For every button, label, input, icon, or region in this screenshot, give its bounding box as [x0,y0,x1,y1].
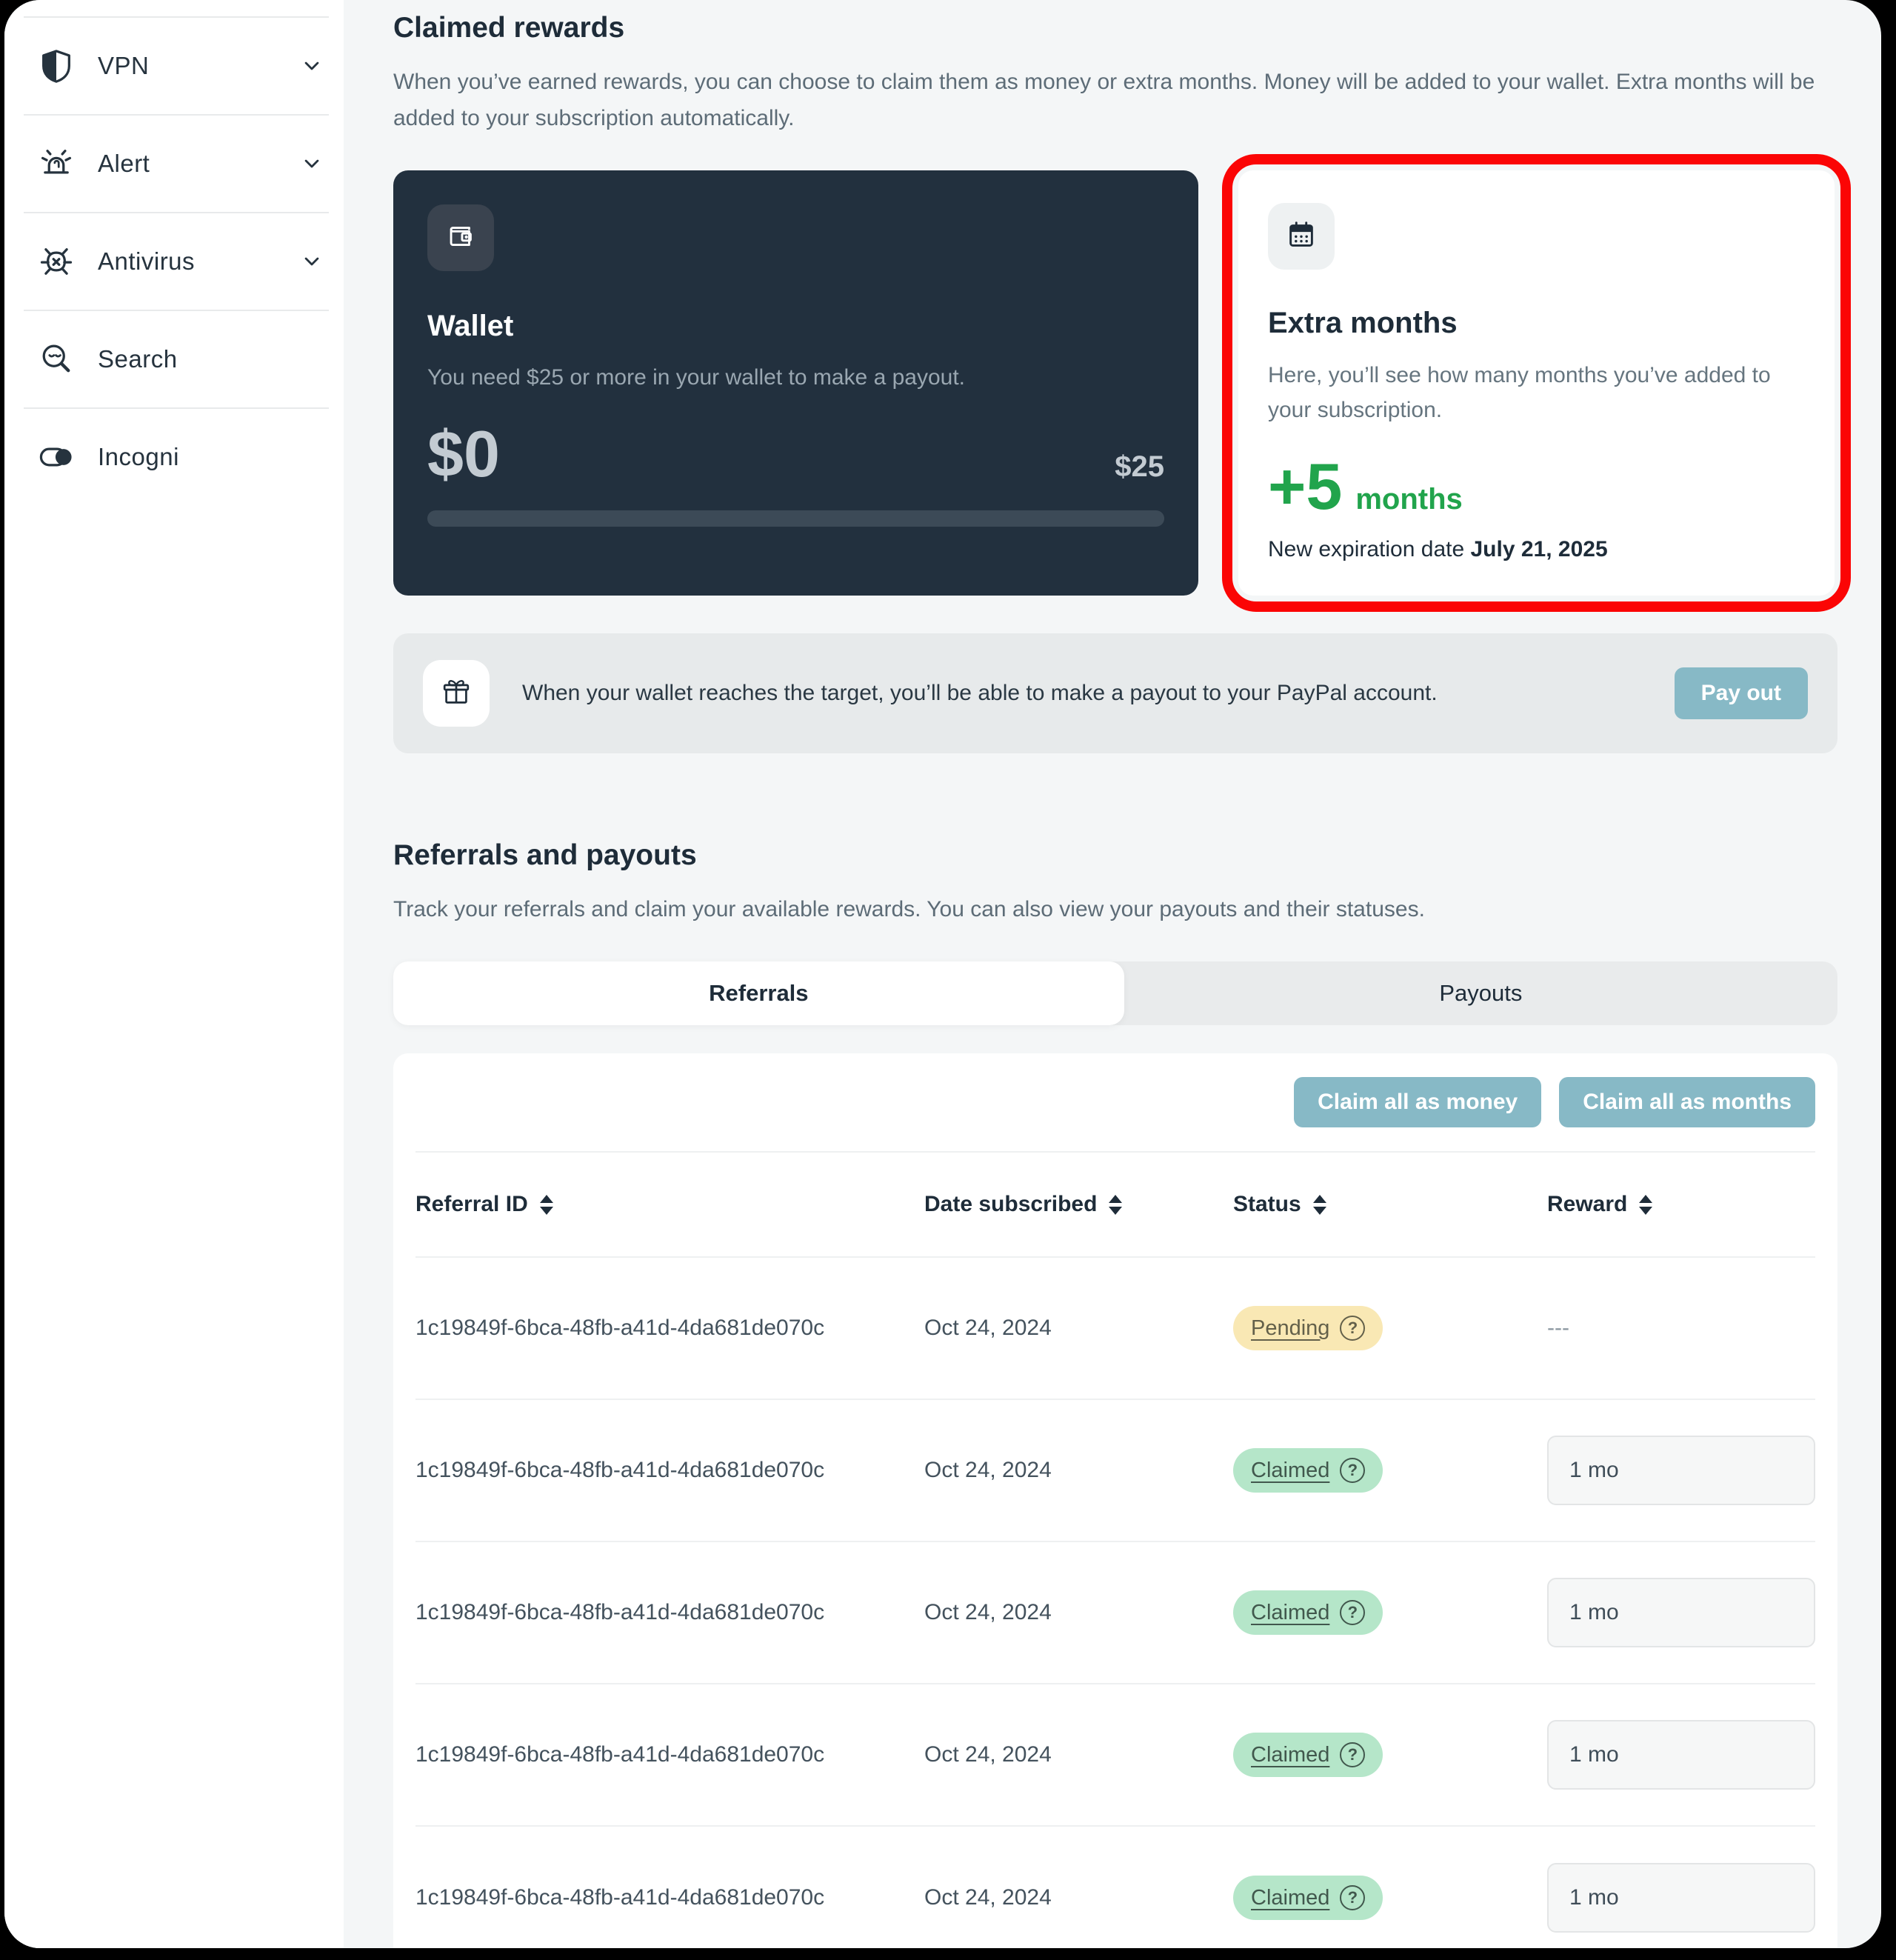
wallet-card: Wallet You need $25 or more in your wall… [393,170,1198,596]
table-header-row: Referral ID Date subscribed Status Rewar… [415,1153,1815,1258]
wallet-description: You need $25 or more in your wallet to m… [427,365,966,390]
sidebar-item-label: Alert [98,150,150,177]
referral-id-cell: 1c19849f-6bca-48fb-a41d-4da681de070c [415,1458,825,1482]
extra-months-unit: months [1355,483,1463,516]
antivirus-bug-icon [36,241,77,282]
pay-out-button[interactable]: Pay out [1674,667,1808,719]
table-toolbar: Claim all as money Claim all as months [415,1053,1815,1153]
date-subscribed-cell: Oct 24, 2024 [924,1885,1052,1910]
question-mark-icon: ? [1340,1458,1366,1483]
vpn-shield-icon [36,45,77,87]
wallet-icon-tile [427,204,494,271]
column-header-date-subscribed[interactable]: Date subscribed [924,1192,1233,1217]
sidebar-item-alert[interactable]: Alert [4,116,344,212]
incogni-toggle-icon [36,436,77,478]
claim-all-as-months-button[interactable]: Claim all as months [1559,1077,1815,1127]
status-badge[interactable]: Pending ? [1233,1306,1383,1350]
table-row: 1c19849f-6bca-48fb-a41d-4da681de070c Oct… [415,1684,1815,1827]
wallet-progress-bar [427,510,1164,527]
calendar-icon [1284,218,1318,256]
sidebar: VPN Alert Antivirus Search Incogni [4,0,344,1948]
claim-all-as-money-button[interactable]: Claim all as money [1294,1077,1542,1127]
status-badge[interactable]: Claimed ? [1233,1590,1383,1635]
expiration-date-value: July 21, 2025 [1470,537,1608,561]
sidebar-item-label: Search [98,345,178,373]
date-subscribed-cell: Oct 24, 2024 [924,1316,1052,1340]
question-mark-icon: ? [1340,1885,1366,1910]
reward-cell: --- [1547,1316,1569,1340]
tab-referrals[interactable]: Referrals [393,961,1124,1025]
referrals-payouts-description: Track your referrals and claim your avai… [393,897,1425,921]
question-mark-icon: ? [1340,1742,1366,1767]
table-row: 1c19849f-6bca-48fb-a41d-4da681de070c Oct… [415,1827,1815,1948]
app-window: VPN Alert Antivirus Search Incogni Claim… [4,0,1881,1948]
sidebar-item-label: Antivirus [98,247,196,275]
date-subscribed-cell: Oct 24, 2024 [924,1458,1052,1482]
wallet-title: Wallet [427,310,514,342]
sidebar-item-label: VPN [98,52,150,79]
search-icon [36,339,77,380]
question-mark-icon: ? [1340,1600,1366,1625]
calendar-icon-tile [1268,203,1335,270]
new-expiration-date: New expiration date July 21, 2025 [1268,537,1608,561]
table-row: 1c19849f-6bca-48fb-a41d-4da681de070c Oct… [415,1258,1815,1400]
status-badge[interactable]: Claimed ? [1233,1733,1383,1777]
reward-cell: 1 mo [1547,1720,1815,1790]
extra-months-value-row: +5 months [1268,454,1805,519]
table-row: 1c19849f-6bca-48fb-a41d-4da681de070c Oct… [415,1542,1815,1684]
sidebar-item-incogni[interactable]: Incogni [4,409,344,505]
sidebar-item-label: Incogni [98,443,179,470]
referrals-table-card: Claim all as money Claim all as months R… [393,1053,1837,1948]
payout-banner: When your wallet reaches the target, you… [393,633,1837,753]
referrals-payouts-title: Referrals and payouts [393,839,697,871]
wallet-amount-row: $0 $25 [427,421,1164,487]
sort-icon [1312,1194,1326,1215]
question-mark-icon: ? [1340,1316,1366,1341]
extra-months-title: Extra months [1268,307,1458,339]
chevron-down-icon [298,247,326,276]
rewards-cards-row: Wallet You need $25 or more in your wall… [393,154,1851,612]
referral-id-cell: 1c19849f-6bca-48fb-a41d-4da681de070c [415,1600,825,1624]
column-header-status[interactable]: Status [1233,1192,1547,1217]
extra-months-card-wrapper: Extra months Here, you’ll see how many m… [1222,154,1851,612]
tab-payouts[interactable]: Payouts [1124,961,1837,1025]
sort-icon [1639,1194,1653,1215]
chevron-down-icon [298,150,326,178]
alert-siren-icon [36,143,77,184]
extra-months-value: +5 [1268,450,1343,523]
table-row: 1c19849f-6bca-48fb-a41d-4da681de070c Oct… [415,1400,1815,1542]
extra-months-description: Here, you’ll see how many months you’ve … [1268,363,1771,422]
column-header-reward[interactable]: Reward [1547,1192,1815,1217]
gift-icon-tile [423,660,490,727]
status-badge[interactable]: Claimed ? [1233,1448,1383,1493]
main-content: Claimed rewards When you’ve earned rewar… [344,0,1881,1948]
wallet-icon [444,219,478,257]
referrals-payouts-tabs: Referrals Payouts [393,961,1837,1025]
gift-icon [439,675,473,713]
referral-id-cell: 1c19849f-6bca-48fb-a41d-4da681de070c [415,1316,825,1340]
extra-months-card: Extra months Here, you’ll see how many m… [1238,170,1835,596]
reward-cell: 1 mo [1547,1863,1815,1933]
date-subscribed-cell: Oct 24, 2024 [924,1600,1052,1624]
claimed-rewards-title: Claimed rewards [393,12,625,44]
sidebar-item-antivirus[interactable]: Antivirus [4,213,344,310]
referral-id-cell: 1c19849f-6bca-48fb-a41d-4da681de070c [415,1885,825,1910]
column-header-referral-id[interactable]: Referral ID [415,1192,924,1217]
date-subscribed-cell: Oct 24, 2024 [924,1742,1052,1767]
referral-id-cell: 1c19849f-6bca-48fb-a41d-4da681de070c [415,1742,825,1767]
claimed-rewards-description: When you’ve earned rewards, you can choo… [393,70,1815,130]
payout-banner-text: When your wallet reaches the target, you… [522,681,1438,705]
chevron-down-icon [298,52,326,80]
sort-icon [539,1194,553,1215]
wallet-target-amount: $25 [1115,450,1164,483]
status-badge[interactable]: Claimed ? [1233,1876,1383,1920]
sidebar-item-search[interactable]: Search [4,311,344,407]
wallet-current-amount: $0 [427,417,500,490]
reward-cell: 1 mo [1547,1436,1815,1505]
sort-icon [1109,1194,1123,1215]
sidebar-item-vpn[interactable]: VPN [4,18,344,114]
reward-cell: 1 mo [1547,1578,1815,1647]
